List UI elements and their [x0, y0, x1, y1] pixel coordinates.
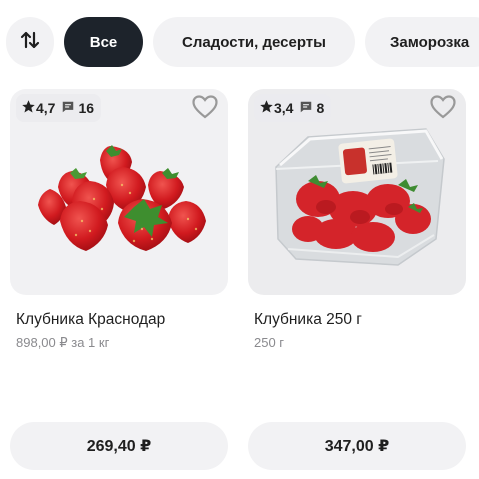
- reviews-count: 16: [78, 100, 95, 116]
- product-name[interactable]: Клубника 250 г: [254, 311, 362, 329]
- price-per-unit: 898,00 ₽ за 1 кг: [16, 335, 110, 350]
- heart-icon: [430, 94, 456, 124]
- add-to-cart-button[interactable]: 347,00 ₽: [248, 422, 466, 470]
- add-to-cart-button[interactable]: 269,40 ₽: [10, 422, 228, 470]
- product-card[interactable]: 4,7 16 Клубника Краснодар 898,00 ₽ за 1 …: [10, 89, 228, 470]
- product-card[interactable]: 3,4 8 Клубника 250 г 250 г 347,00 ₽: [248, 89, 466, 470]
- reviews-icon: [299, 100, 313, 117]
- chip-sweets-desserts[interactable]: Сладости, десерты: [153, 17, 355, 67]
- filter-bar: Все Сладости, десерты Заморозка: [0, 17, 479, 71]
- chip-frozen[interactable]: Заморозка: [365, 17, 479, 67]
- rating-badge: 3,4 8: [254, 94, 332, 122]
- product-image-area[interactable]: 3,4 8: [248, 89, 466, 295]
- product-name[interactable]: Клубника Краснодар: [16, 311, 165, 329]
- heart-icon: [192, 94, 218, 124]
- price-label: 269,40 ₽: [86, 438, 152, 455]
- price-label: 347,00 ₽: [324, 438, 390, 455]
- rating-value: 3,4: [274, 100, 294, 116]
- chip-all[interactable]: Все: [64, 17, 143, 67]
- product-weight: 250 г: [254, 335, 285, 350]
- star-icon: [259, 99, 274, 117]
- favorite-button[interactable]: [190, 94, 220, 124]
- favorite-button[interactable]: [428, 94, 458, 124]
- reviews-icon: [61, 100, 75, 117]
- product-image-area[interactable]: 4,7 16: [10, 89, 228, 295]
- star-icon: [21, 99, 36, 117]
- sort-arrows-icon: [19, 29, 41, 56]
- sort-button[interactable]: [6, 17, 54, 67]
- reviews-count: 8: [316, 100, 325, 116]
- rating-value: 4,7: [36, 100, 56, 116]
- rating-badge: 4,7 16: [16, 94, 102, 122]
